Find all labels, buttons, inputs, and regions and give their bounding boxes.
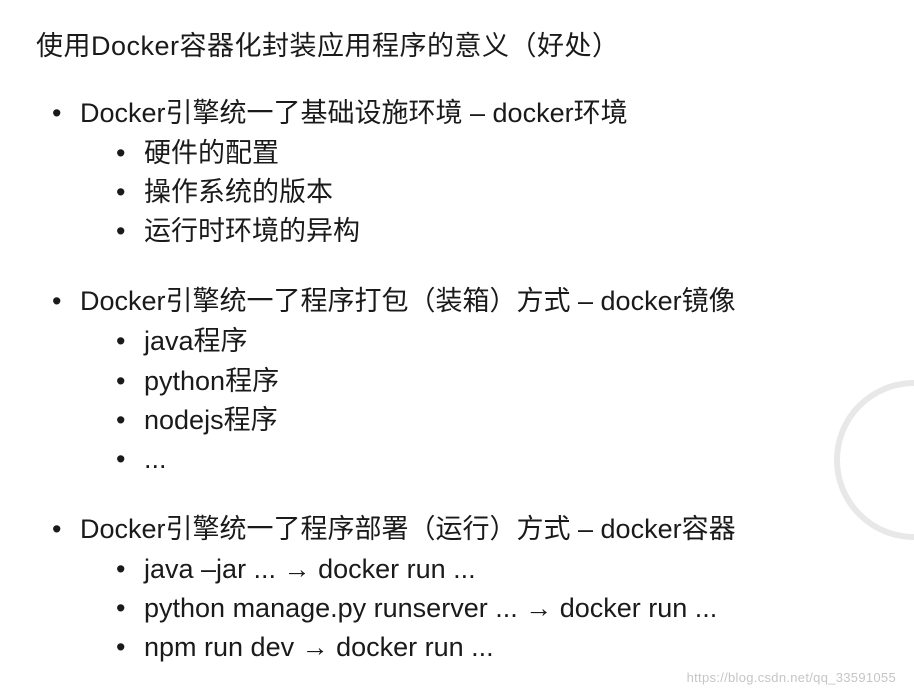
bullet-icon: • — [116, 589, 144, 628]
list-item-text: java –jar ... → docker run ... — [144, 550, 476, 589]
watermark: https://blog.csdn.net/qq_33591055 — [687, 670, 896, 685]
section-3: • Docker引擎统一了程序部署（运行）方式 – docker容器 • jav… — [52, 507, 878, 667]
bullet-icon: • — [116, 550, 144, 589]
list-item-text: python程序 — [144, 362, 279, 401]
section-2: • Docker引擎统一了程序打包（装箱）方式 – docker镜像 • jav… — [52, 279, 878, 479]
bullet-icon: • — [116, 322, 144, 361]
list-item-text: python manage.py runserver ... → docker … — [144, 589, 717, 628]
bullet-icon: • — [116, 440, 144, 479]
list-item-text: npm run dev → docker run ... — [144, 628, 494, 667]
bullet-icon: • — [116, 134, 144, 173]
list-item: • java程序 — [116, 322, 878, 361]
bullet-icon: • — [116, 401, 144, 440]
section-3-list: • java –jar ... → docker run ... • pytho… — [52, 550, 878, 667]
list-item: • python程序 — [116, 362, 878, 401]
list-item-text: 运行时环境的异构 — [144, 212, 360, 251]
bullet-icon: • — [116, 628, 144, 667]
bullet-icon: • — [52, 98, 80, 129]
list-item: • nodejs程序 — [116, 401, 878, 440]
bullet-icon: • — [116, 173, 144, 212]
section-3-heading-row: • Docker引擎统一了程序部署（运行）方式 – docker容器 — [52, 507, 878, 546]
section-1-list: • 硬件的配置 • 操作系统的版本 • 运行时环境的异构 — [52, 134, 878, 251]
bullet-icon: • — [52, 514, 80, 545]
list-item: • 运行时环境的异构 — [116, 212, 878, 251]
list-item-text: nodejs程序 — [144, 401, 278, 440]
list-item-text: java程序 — [144, 322, 248, 361]
list-item: • 操作系统的版本 — [116, 173, 878, 212]
section-2-list: • java程序 • python程序 • nodejs程序 • ... — [52, 322, 878, 479]
outer-list: • Docker引擎统一了基础设施环境 – docker环境 • 硬件的配置 •… — [36, 91, 878, 667]
list-item: • npm run dev → docker run ... — [116, 628, 878, 667]
section-1-heading-row: • Docker引擎统一了基础设施环境 – docker环境 — [52, 91, 878, 130]
list-item: • java –jar ... → docker run ... — [116, 550, 878, 589]
section-1-heading: Docker引擎统一了基础设施环境 – docker环境 — [80, 91, 628, 130]
section-3-heading: Docker引擎统一了程序部署（运行）方式 – docker容器 — [80, 507, 736, 546]
page-title: 使用Docker容器化封装应用程序的意义（好处） — [36, 24, 878, 63]
list-item: • python manage.py runserver ... → docke… — [116, 589, 878, 628]
section-1: • Docker引擎统一了基础设施环境 – docker环境 • 硬件的配置 •… — [52, 91, 878, 251]
bullet-icon: • — [116, 362, 144, 401]
list-item-text: 硬件的配置 — [144, 134, 279, 173]
list-item-text: ... — [144, 440, 167, 479]
section-2-heading-row: • Docker引擎统一了程序打包（装箱）方式 – docker镜像 — [52, 279, 878, 318]
list-item: • 硬件的配置 — [116, 134, 878, 173]
list-item-text: 操作系统的版本 — [144, 173, 333, 212]
list-item: • ... — [116, 440, 878, 479]
bullet-icon: • — [52, 286, 80, 317]
bullet-icon: • — [116, 212, 144, 251]
section-2-heading: Docker引擎统一了程序打包（装箱）方式 – docker镜像 — [80, 279, 736, 318]
